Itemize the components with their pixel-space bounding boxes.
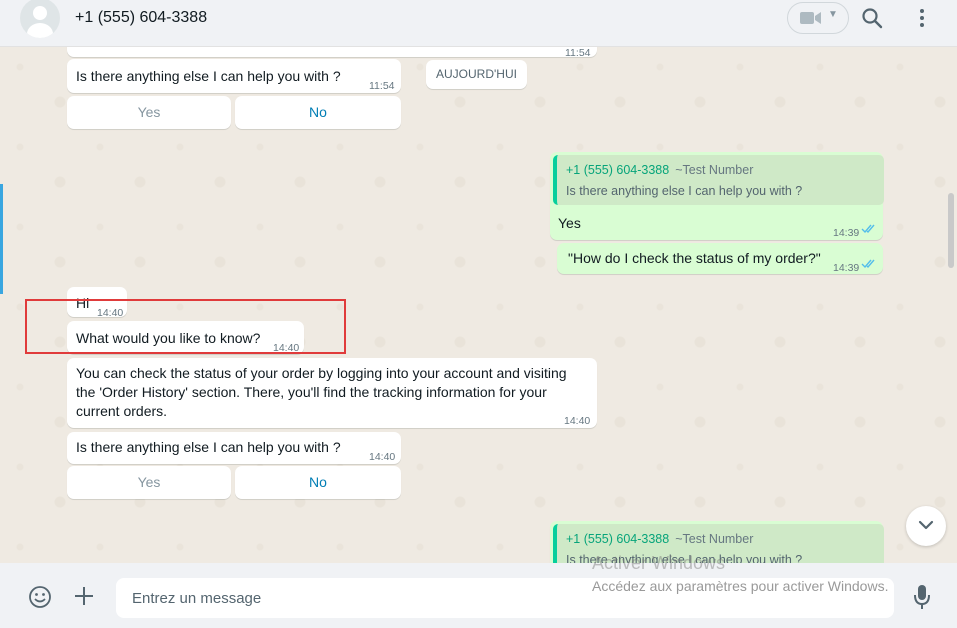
message-text: Is there anything else I can help you wi… [76,439,341,455]
quote-sender: +1 (555) 604-3388 ~Test Number [566,532,754,546]
message-time: 14:40 [369,451,396,463]
quote-sender: +1 (555) 604-3388 ~Test Number [566,163,754,177]
quote-text: Is there anything else I can help you wi… [566,184,803,198]
menu-icon [920,9,924,27]
message-bubble-incoming: Is there anything else I can help you wi… [67,432,401,464]
video-call-button[interactable]: ▼ [787,2,849,34]
message-bubble-incoming: You can check the status of your order b… [67,358,597,428]
highlight-annotation-box [25,299,346,354]
message-time: 14:39 [833,262,860,274]
quoted-message[interactable]: +1 (555) 604-3388 ~Test Number Is there a… [553,155,884,205]
emoji-button[interactable] [28,585,52,609]
double-check-icon [861,259,875,269]
message-text: Is there anything else I can help you wi… [76,68,341,84]
windows-activation-title: Activer Windows [592,553,726,573]
message-text: You can check the status of your order b… [76,365,567,419]
message-time: 14:39 [833,227,860,239]
voice-message-button[interactable] [912,583,932,611]
contact-name[interactable]: +1 (555) 604-3388 [75,9,207,27]
partial-message-bubble: 11:54 [67,47,597,59]
message-time: 11:54 [369,80,395,92]
quick-reply-yes-button[interactable]: Yes [67,466,231,499]
video-call-icon [800,12,821,24]
message-bubble-outgoing: "How do I check the status of my order?"… [557,243,883,274]
mic-icon [914,585,930,609]
contact-avatar[interactable] [20,0,60,38]
chat-header: +1 (555) 604-3388 ▼ [0,0,957,47]
message-bubble-outgoing: +1 (555) 604-3388 ~Test Number Is there a… [550,152,884,240]
message-composer [0,563,957,628]
chevron-down-icon: ▼ [828,9,838,20]
quick-reply-no-button[interactable]: No [235,96,401,129]
quick-reply-yes-button[interactable]: Yes [67,96,231,129]
attach-button[interactable] [73,585,95,607]
quick-reply-no-button[interactable]: No [235,466,401,499]
date-divider: AUJOURD'HUI [426,60,527,89]
message-bubble-incoming: Is there anything else I can help you wi… [67,59,401,93]
search-button[interactable] [860,6,884,30]
search-icon [862,8,883,29]
chevron-down-icon [918,520,934,530]
plus-icon [75,587,93,605]
menu-button[interactable] [912,6,932,30]
message-time: 11:54 [565,47,591,59]
left-edge-accent [0,184,3,294]
message-time: 14:40 [564,415,591,427]
message-text: "How do I check the status of my order?" [568,250,821,266]
chat-area[interactable]: 11:54 Is there anything else I can help … [0,47,957,563]
chat-scrollbar[interactable] [948,193,954,268]
scroll-to-bottom-button[interactable] [906,506,946,546]
windows-activation-subtitle: Accédez aux paramètres pour activer Wind… [592,578,889,594]
message-text: Yes [558,215,581,231]
emoji-icon [29,586,51,608]
double-check-icon [861,224,875,234]
